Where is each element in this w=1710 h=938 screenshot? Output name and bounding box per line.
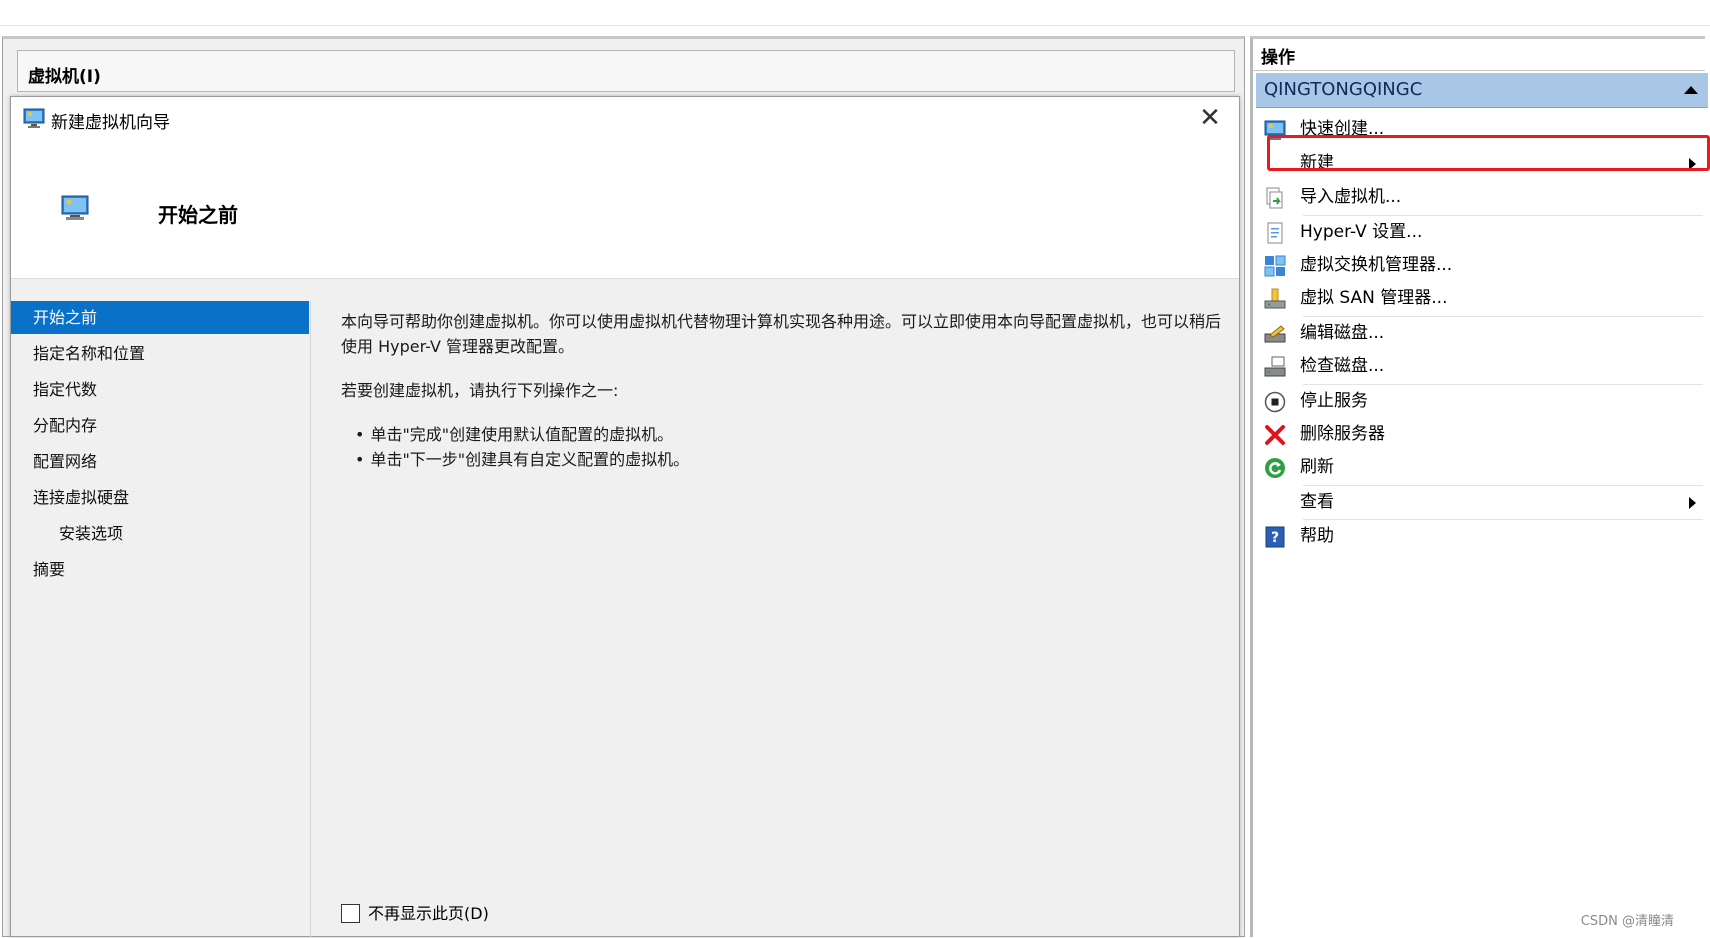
step-memory[interactable]: 分配内存 [11,409,309,442]
action-stop-service[interactable]: 停止服务 [1256,385,1704,418]
actions-pane: 操作 QINGTONGQINGC 快速创建... 新建 导入虚拟机... Hyp… [1250,36,1710,937]
switch-manager-icon [1264,255,1286,277]
svg-text:?: ? [1271,530,1279,546]
wizard-steps: 开始之前 指定名称和位置 指定代数 分配内存 配置网络 连接虚拟硬盘 安装选项 … [11,301,309,938]
dont-show-again-label: 不再显示此页(D) [368,904,489,923]
edit-disk-icon [1264,325,1286,343]
action-import-vm[interactable]: 导入虚拟机... [1256,181,1704,214]
vm-monitor-icon [61,195,89,220]
help-icon: ? [1265,526,1285,548]
watermark: CSDN @清瞳清 [1580,914,1674,929]
wizard-content: 本向导可帮助你创建虚拟机。你可以使用虚拟机代替物理计算机实现各种用途。可以立即使… [341,309,1221,472]
action-help[interactable]: ? 帮助 [1256,520,1704,553]
server-name: QINGTONGQINGC [1264,79,1423,100]
action-virtual-san-manager[interactable]: 虚拟 SAN 管理器... [1256,282,1704,315]
step-name-location[interactable]: 指定名称和位置 [11,337,309,370]
stop-icon [1264,391,1286,413]
inspect-disk-icon [1264,356,1286,377]
import-icon [1266,187,1283,209]
virtual-machines-panel-title: 虚拟机(I) [28,67,101,87]
action-label: 刷新 [1300,457,1334,477]
action-hyperv-settings[interactable]: Hyper-V 设置... [1256,216,1704,249]
dont-show-again-checkbox[interactable] [341,904,360,923]
step-before-you-begin[interactable]: 开始之前 [11,301,309,334]
close-icon[interactable]: ✕ [1197,105,1223,131]
action-label: 删除服务器 [1300,424,1385,444]
step-generation[interactable]: 指定代数 [11,373,309,406]
instruction-paragraph: 若要创建虚拟机，请执行下列操作之一: [341,381,619,400]
action-label: 帮助 [1300,526,1334,546]
step-virtual-disk[interactable]: 连接虚拟硬盘 [11,481,309,514]
action-refresh[interactable]: 刷新 [1256,451,1704,484]
settings-icon [1267,222,1283,244]
top-strip [0,0,1710,26]
action-new[interactable]: 新建 [1256,147,1704,180]
submenu-arrow-icon [1689,158,1696,170]
steps-divider [310,301,311,938]
action-label: 虚拟交换机管理器... [1300,255,1453,275]
dont-show-again-row[interactable]: 不再显示此页(D) [341,903,489,925]
list-item: 单击"下一步"创建具有自定义配置的虚拟机。 [355,447,1221,472]
wizard-title: 新建虚拟机向导 [51,113,170,133]
action-label: 虚拟 SAN 管理器... [1300,288,1448,308]
wizard-header: 新建虚拟机向导 ✕ 开始之前 [11,97,1239,279]
server-header[interactable]: QINGTONGQINGC [1256,73,1708,108]
step-network[interactable]: 配置网络 [11,445,309,478]
action-label: 编辑磁盘... [1300,323,1385,343]
action-label: 快速创建... [1300,119,1385,139]
step-summary[interactable]: 摘要 [11,553,309,586]
action-label: 检查磁盘... [1300,356,1385,376]
quick-create-icon [1264,120,1286,140]
action-virtual-switch-manager[interactable]: 虚拟交换机管理器... [1256,249,1704,282]
collapse-caret-icon[interactable] [1684,86,1698,94]
new-vm-wizard-dialog: 新建虚拟机向导 ✕ 开始之前 开始之前 指定名称和位置 指定代数 分配内存 配置… [10,96,1240,938]
list-item: 单击"完成"创建使用默认值配置的虚拟机。 [355,422,1221,447]
option-list: 单击"完成"创建使用默认值配置的虚拟机。 单击"下一步"创建具有自定义配置的虚拟… [341,422,1221,472]
action-view[interactable]: 查看 [1256,486,1704,519]
san-manager-icon [1264,288,1286,309]
vm-monitor-icon [23,108,45,128]
step-install-options[interactable]: 安装选项 [11,517,309,550]
action-label: 导入虚拟机... [1300,187,1402,207]
virtual-machines-panel: 虚拟机(I) [17,50,1235,92]
action-label: Hyper-V 设置... [1300,222,1423,242]
delete-icon [1265,425,1285,445]
action-remove-server[interactable]: 删除服务器 [1256,418,1704,451]
action-edit-disk[interactable]: 编辑磁盘... [1256,317,1704,350]
action-inspect-disk[interactable]: 检查磁盘... [1256,350,1704,383]
refresh-icon [1265,458,1285,478]
actions-title: 操作 [1261,48,1295,68]
page-heading: 开始之前 [158,203,238,227]
submenu-arrow-icon [1689,497,1696,509]
action-label: 停止服务 [1300,391,1368,411]
action-label: 新建 [1300,153,1334,173]
action-quick-create[interactable]: 快速创建... [1256,113,1704,146]
intro-paragraph: 本向导可帮助你创建虚拟机。你可以使用虚拟机代替物理计算机实现各种用途。可以立即使… [341,312,1222,356]
action-label: 查看 [1300,492,1334,512]
